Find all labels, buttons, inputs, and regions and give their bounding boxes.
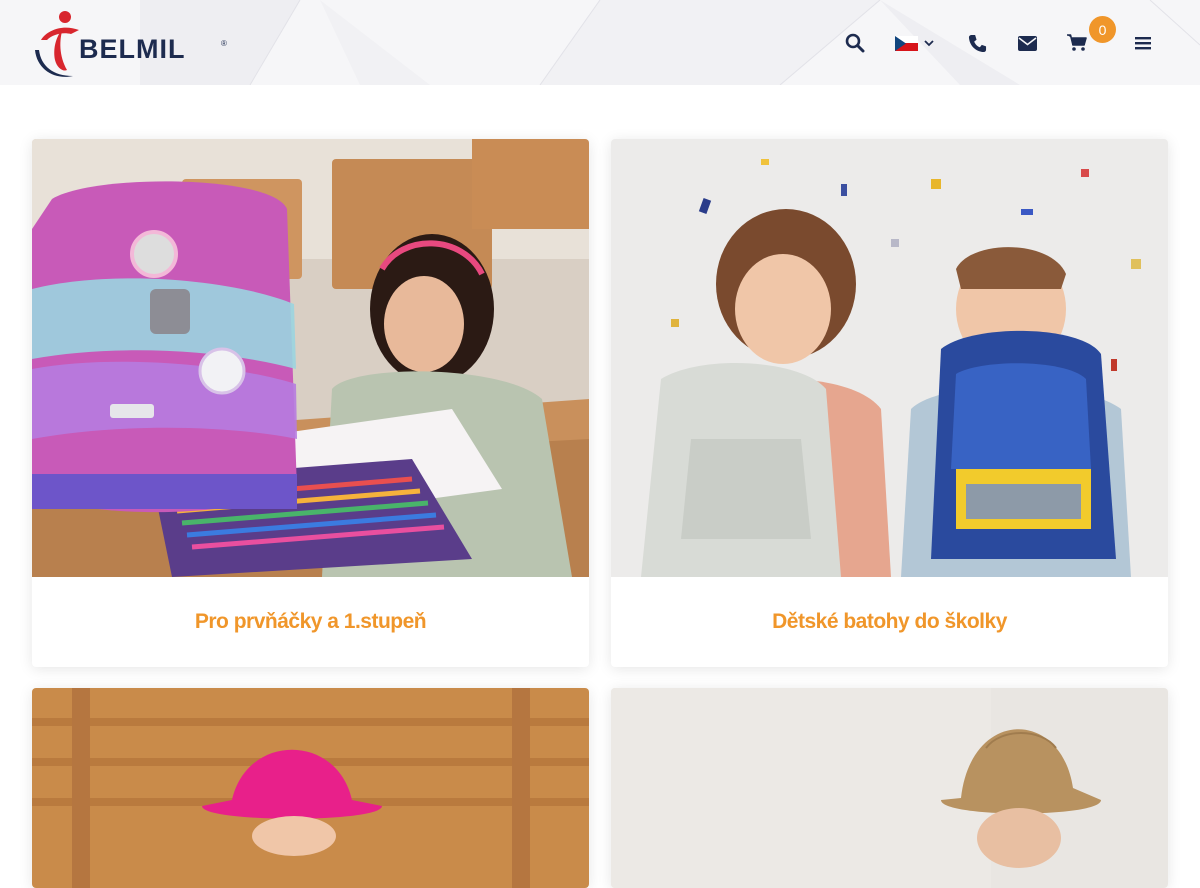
category-card-kindergarten-backpacks[interactable]: Dětské batohy do školky [611, 139, 1168, 667]
cart-count-badge: 0 [1089, 16, 1116, 43]
chevron-down-icon [924, 40, 934, 47]
category-image-girl-with-schoolbag [32, 139, 589, 577]
phone-icon[interactable] [962, 28, 992, 58]
category-title[interactable]: Pro prvňáčky a 1.stupeň [195, 610, 427, 634]
czech-flag-icon [895, 35, 918, 51]
category-image-kids-with-backpacks [611, 139, 1168, 577]
category-card-fourth[interactable] [611, 688, 1168, 888]
category-caption: Dětské batohy do školky [611, 577, 1168, 667]
language-selector[interactable] [895, 34, 934, 52]
search-icon[interactable] [840, 28, 870, 58]
category-card-third[interactable] [32, 688, 589, 888]
category-card-first-graders[interactable]: Pro prvňáčky a 1.stupeň [32, 139, 589, 667]
category-caption: Pro prvňáčky a 1.stupeň [32, 577, 589, 667]
header-toolbar [0, 28, 1200, 58]
cart-icon[interactable] [1062, 28, 1092, 58]
site-header: BELMIL ® 0 [0, 0, 1200, 85]
hamburger-menu-icon[interactable] [1128, 28, 1158, 58]
category-image-boy-bucket-hat [611, 688, 1168, 888]
category-image-girl-bucket-hat [32, 688, 589, 888]
envelope-icon[interactable] [1012, 28, 1042, 58]
category-title[interactable]: Dětské batohy do školky [772, 610, 1007, 634]
